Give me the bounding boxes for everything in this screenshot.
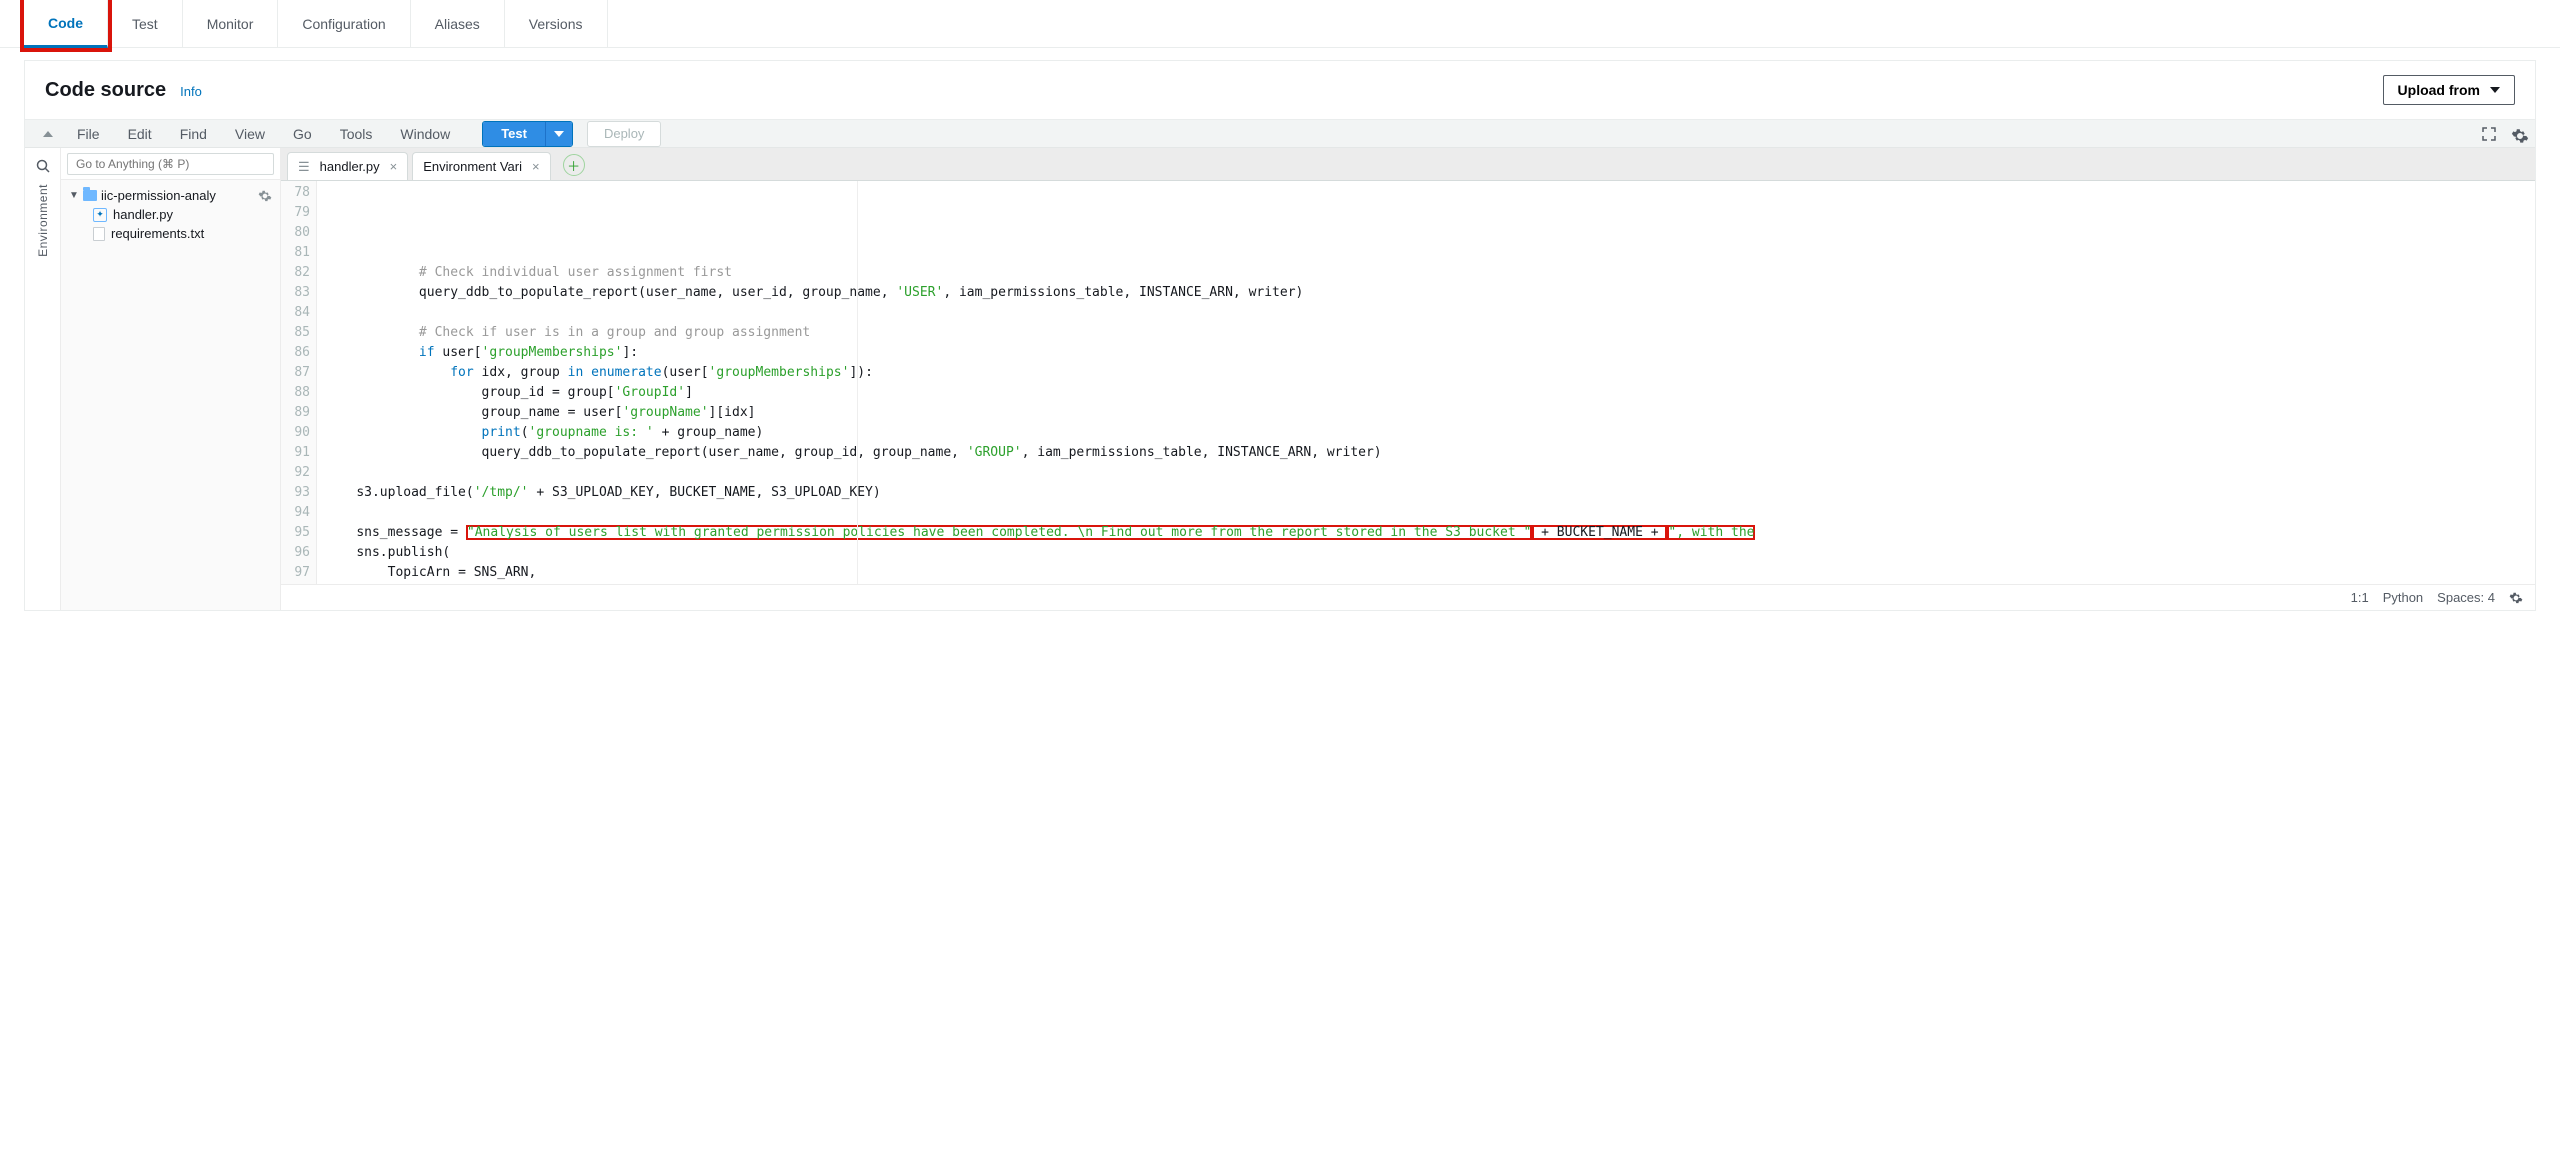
code-line[interactable]: sns.publish( bbox=[325, 543, 2535, 563]
print-margin bbox=[857, 181, 858, 584]
caret-down-icon bbox=[554, 131, 564, 137]
tab-monitor[interactable]: Monitor bbox=[183, 0, 279, 47]
environment-label[interactable]: Environment bbox=[36, 184, 50, 257]
menu-file[interactable]: File bbox=[65, 122, 112, 146]
menu-find[interactable]: Find bbox=[168, 122, 219, 146]
status-indent[interactable]: Spaces: 4 bbox=[2437, 590, 2495, 605]
editor-tab-label: Environment Vari bbox=[423, 159, 522, 174]
code-line[interactable]: print('groupname is: ' + group_name) bbox=[325, 423, 2535, 443]
lambda-top-tabs: Code Test Monitor Configuration Aliases … bbox=[0, 0, 2560, 48]
tree-file-requirements[interactable]: requirements.txt bbox=[65, 224, 276, 243]
close-icon[interactable]: × bbox=[390, 159, 398, 174]
line-gutter: 7879808182838485868788899091929394959697… bbox=[281, 181, 317, 584]
code-line[interactable]: for idx, group in enumerate(user['groupM… bbox=[325, 363, 2535, 383]
tree-file-handler[interactable]: ✦ handler.py bbox=[65, 205, 276, 224]
status-pos: 1:1 bbox=[2351, 590, 2369, 605]
code-line[interactable]: if user['groupMemberships']: bbox=[325, 343, 2535, 363]
tree-root[interactable]: ▼ iic-permission-analy bbox=[65, 186, 276, 205]
upload-from-button[interactable]: Upload from bbox=[2383, 75, 2515, 105]
chevron-down-icon: ▼ bbox=[69, 190, 79, 201]
cloud9-ide: File Edit Find View Go Tools Window Test… bbox=[25, 120, 2535, 610]
code-line[interactable] bbox=[325, 243, 2535, 263]
editor-tab-label: handler.py bbox=[320, 159, 380, 174]
code-line[interactable]: TopicArn = SNS_ARN, bbox=[325, 563, 2535, 583]
code-line[interactable]: query_ddb_to_populate_report(user_name, … bbox=[325, 443, 2535, 463]
python-file-icon: ✦ bbox=[93, 208, 107, 222]
status-lang[interactable]: Python bbox=[2383, 590, 2423, 605]
menu-window[interactable]: Window bbox=[388, 122, 462, 146]
tab-aliases[interactable]: Aliases bbox=[411, 0, 505, 47]
editor-statusbar: 1:1 Python Spaces: 4 bbox=[281, 584, 2535, 610]
search-icon[interactable] bbox=[35, 158, 51, 174]
gear-icon[interactable] bbox=[2511, 127, 2525, 141]
doc-icon: ☰ bbox=[298, 159, 310, 175]
file-explorer: ▼ iic-permission-analy ✦ handler.py bbox=[61, 148, 281, 610]
menu-edit[interactable]: Edit bbox=[116, 122, 164, 146]
gear-icon[interactable] bbox=[2509, 591, 2523, 605]
editor-tab-handler[interactable]: ☰ handler.py × bbox=[287, 152, 408, 180]
code-line[interactable]: sns_message = "Analysis of users list wi… bbox=[325, 523, 2535, 543]
fullscreen-icon[interactable] bbox=[2481, 126, 2497, 142]
code-line[interactable]: s3.upload_file('/tmp/' + S3_UPLOAD_KEY, … bbox=[325, 483, 2535, 503]
menu-view[interactable]: View bbox=[223, 122, 277, 146]
menubar-tri-icon[interactable] bbox=[43, 131, 53, 137]
code-editor[interactable]: # Check individual user assignment first… bbox=[317, 181, 2535, 584]
test-dropdown[interactable] bbox=[545, 122, 572, 146]
info-link[interactable]: Info bbox=[180, 84, 202, 99]
tab-configuration[interactable]: Configuration bbox=[278, 0, 410, 47]
add-tab-button[interactable]: ＋ bbox=[563, 154, 585, 176]
code-line[interactable]: # Check if user is in a group and group … bbox=[325, 323, 2535, 343]
ide-menubar: File Edit Find View Go Tools Window Test… bbox=[25, 120, 2535, 148]
code-line[interactable]: # Check individual user assignment first bbox=[325, 263, 2535, 283]
menu-tools[interactable]: Tools bbox=[328, 122, 385, 146]
upload-from-label: Upload from bbox=[2398, 82, 2480, 98]
text-file-icon bbox=[93, 227, 105, 241]
editor-tabstrip: ☰ handler.py × Environment Vari × ＋ bbox=[281, 148, 2535, 180]
code-line[interactable]: Message = sns_message, bbox=[325, 583, 2535, 584]
tab-versions[interactable]: Versions bbox=[505, 0, 608, 47]
code-source-panel: Code source Info Upload from File Edit F… bbox=[24, 60, 2536, 611]
code-line[interactable] bbox=[325, 503, 2535, 523]
goto-anything-input[interactable] bbox=[67, 153, 274, 175]
test-button-group: Test bbox=[482, 121, 573, 147]
ide-gutter-left: Environment bbox=[25, 148, 61, 610]
gear-icon[interactable] bbox=[258, 189, 272, 203]
code-line[interactable]: group_name = user['groupName'][idx] bbox=[325, 403, 2535, 423]
editor-tab-env[interactable]: Environment Vari × bbox=[412, 152, 550, 180]
close-icon[interactable]: × bbox=[532, 159, 540, 174]
test-button[interactable]: Test bbox=[483, 122, 545, 146]
tree-root-label: iic-permission-analy bbox=[101, 188, 216, 203]
tree-file-label: requirements.txt bbox=[111, 226, 204, 241]
tree-file-label: handler.py bbox=[113, 207, 173, 222]
panel-title: Code source bbox=[45, 79, 166, 102]
panel-header: Code source Info Upload from bbox=[25, 61, 2535, 120]
menu-go[interactable]: Go bbox=[281, 122, 324, 146]
code-line[interactable]: group_id = group['GroupId'] bbox=[325, 383, 2535, 403]
tab-test[interactable]: Test bbox=[108, 0, 183, 47]
code-line[interactable] bbox=[325, 303, 2535, 323]
tab-code[interactable]: Code bbox=[24, 0, 108, 48]
folder-icon bbox=[83, 190, 97, 201]
caret-down-icon bbox=[2490, 87, 2500, 93]
editor-area: ☰ handler.py × Environment Vari × ＋ 7879… bbox=[281, 148, 2535, 610]
code-line[interactable]: query_ddb_to_populate_report(user_name, … bbox=[325, 283, 2535, 303]
deploy-button[interactable]: Deploy bbox=[587, 121, 661, 147]
code-line[interactable] bbox=[325, 463, 2535, 483]
